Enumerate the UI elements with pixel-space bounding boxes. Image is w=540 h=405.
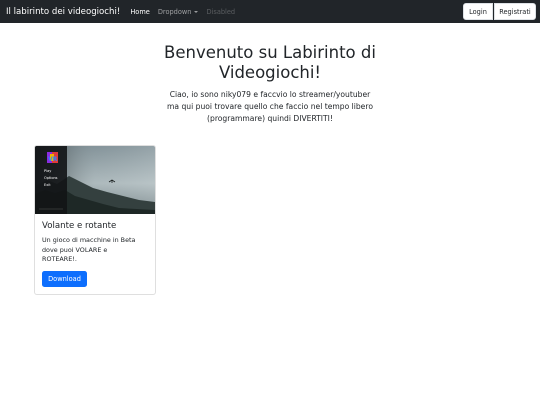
page-title-line2: Videogiochi! xyxy=(218,63,322,82)
card-description-line2: dove puoi VOLARE e xyxy=(42,245,108,254)
card-description-line3: ROTEARE!. xyxy=(42,255,77,263)
navbar-brand[interactable]: Il labirinto dei videogiochi! xyxy=(6,7,120,17)
register-button[interactable]: Registrati xyxy=(494,3,536,20)
navbar: Il labirinto dei videogiochi! Home Dropd… xyxy=(0,0,540,23)
nav-link-disabled-label: Disabled xyxy=(206,7,236,16)
auth-buttons: Login Registrati xyxy=(463,3,536,20)
nav-link-disabled: Disabled xyxy=(206,8,235,16)
card-title: Volante e rotante xyxy=(42,221,117,231)
intro-text-line3: (programmare) quindi DIVERTITI! xyxy=(207,114,333,123)
game-card: VR Play Options Exit Volante e rotante U… xyxy=(34,145,156,295)
game-logo-text: VR xyxy=(48,156,58,163)
card-description-line1: Un gioco di macchine in Beta xyxy=(42,236,136,244)
caret-down-icon xyxy=(194,10,199,13)
intro-text-line1: Ciao, io sono niky079 e faccvio lo strea… xyxy=(169,90,371,99)
intro-text: Ciao, io sono niky079 e faccvio lo strea… xyxy=(0,89,540,125)
game-menu-item: Play xyxy=(44,169,51,173)
game-screenshot-image: VR Play Options Exit xyxy=(35,146,155,214)
page-title-line1: Benvenuto su Labirinto di xyxy=(164,43,376,62)
nav-dropdown-toggle[interactable]: Dropdown xyxy=(158,8,199,16)
login-button[interactable]: Login xyxy=(463,3,493,20)
nav-dropdown-label: Dropdown xyxy=(157,7,192,16)
nav-link-home-label: Home xyxy=(130,7,150,16)
game-menu-item: Options xyxy=(44,176,58,180)
nav-link-home[interactable]: Home xyxy=(130,8,149,16)
intro-text-line2: ma qui puoi trovare quello che faccio ne… xyxy=(167,102,373,111)
download-button[interactable]: Download xyxy=(42,271,87,287)
card-description: Un gioco di macchine in Beta dove puoi V… xyxy=(42,236,150,265)
game-menu-item: Exit xyxy=(44,183,51,187)
page-title: Benvenuto su Labirinto di Videogiochi! xyxy=(0,43,540,83)
